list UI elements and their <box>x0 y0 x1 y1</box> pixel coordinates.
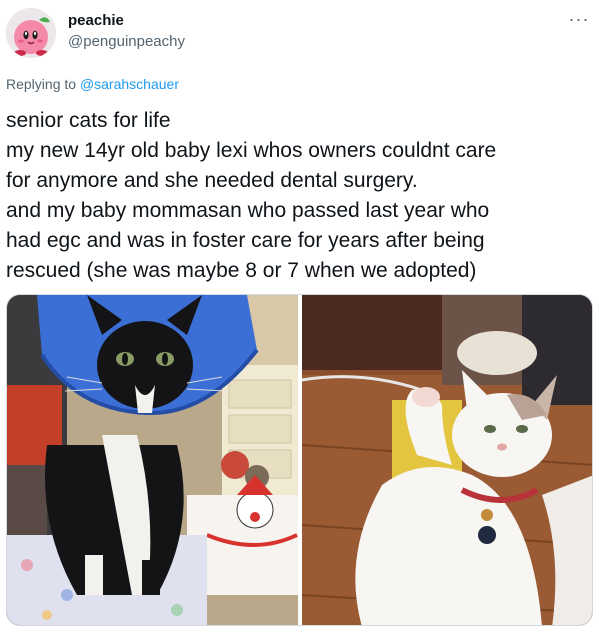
kirby-avatar-icon[interactable] <box>6 8 56 58</box>
tweet-line: for anymore and she needed dental surger… <box>6 169 418 192</box>
media-grid <box>6 294 593 626</box>
black-and-white-cat-with-blue-cone-photo[interactable] <box>7 295 298 625</box>
tweet-line: my new 14yr old baby lexi whos owners co… <box>6 139 497 162</box>
more-options-icon[interactable]: ··· <box>566 9 592 29</box>
tweet-line: had egc and was in foster care for years… <box>6 229 485 252</box>
author-handle[interactable]: @penguinpeachy <box>68 33 185 50</box>
replying-to-prefix: Replying to <box>6 76 80 92</box>
replying-to-label: Replying to @sarahschauer <box>6 76 179 92</box>
reply-target-link[interactable]: @sarahschauer <box>80 76 179 92</box>
tweet-line: and my baby mommasan who passed last yea… <box>6 199 490 222</box>
tweet-line: rescued (she was maybe 8 or 7 when we ad… <box>6 259 477 282</box>
author-display-name[interactable]: peachie <box>68 12 124 29</box>
white-cat-raising-paw-photo[interactable] <box>302 295 592 625</box>
tweet-card: peachie @penguinpeachy ··· Replying to @… <box>0 0 599 638</box>
tweet-line: senior cats for life <box>6 109 171 132</box>
tweet-text: senior cats for life my new 14yr old bab… <box>6 106 591 286</box>
